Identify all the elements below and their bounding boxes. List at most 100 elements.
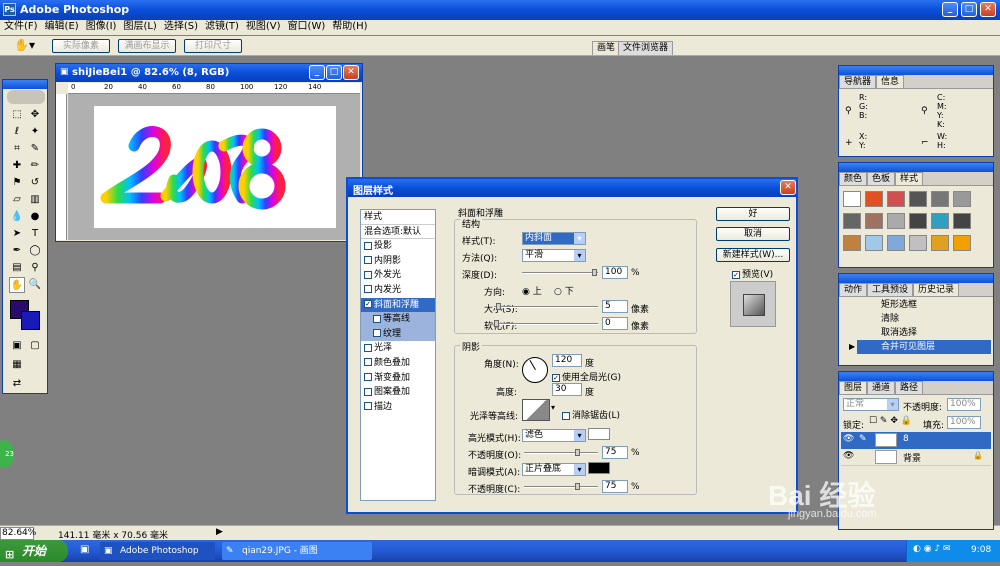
screen-mode-icon[interactable]: ▦ xyxy=(9,357,25,373)
color-overlay-checkbox[interactable] xyxy=(364,358,372,367)
close-button[interactable]: ✕ xyxy=(980,2,996,17)
style-swatch[interactable] xyxy=(931,191,949,207)
preview-checkbox[interactable]: ✓ 预览(V) xyxy=(732,267,773,280)
tab-layers[interactable]: 图层 xyxy=(839,381,868,394)
global-light-checkbox[interactable]: ✓ 使用全局光(G) xyxy=(552,370,621,383)
minimize-button[interactable]: _ xyxy=(942,2,958,17)
gloss-contour-dropdown-icon[interactable]: ▾ xyxy=(551,403,555,412)
cancel-button[interactable]: 取消 xyxy=(716,227,790,241)
background-color-swatch[interactable] xyxy=(21,311,40,330)
direction-down-radio[interactable]: ○ 下 xyxy=(554,284,574,297)
inner-shadow-checkbox[interactable] xyxy=(364,256,372,265)
print-size-button[interactable]: 打印尺寸 xyxy=(184,39,242,53)
size-slider-thumb[interactable] xyxy=(496,303,501,310)
standard-mode-icon[interactable]: ▣ xyxy=(9,338,25,354)
style-swatch[interactable] xyxy=(865,235,883,251)
history-item-current[interactable]: 合并可见图层 xyxy=(857,340,991,354)
history-brush-icon[interactable]: ↺ xyxy=(27,175,43,191)
menu-window[interactable]: 窗口(W) xyxy=(288,20,326,35)
layer-row-8[interactable]: 👁 ✎ 8 xyxy=(841,432,991,449)
menu-file[interactable]: 文件(F) xyxy=(4,20,38,35)
doc-minimize-button[interactable]: _ xyxy=(309,65,325,80)
quicklaunch-icon[interactable]: ▣ xyxy=(80,544,89,555)
highlight-mode-select[interactable]: 滤色 xyxy=(522,429,586,442)
style-swatch-none[interactable] xyxy=(843,191,861,207)
gradient-tool-icon[interactable]: ▥ xyxy=(27,192,43,208)
menu-select[interactable]: 选择(S) xyxy=(164,20,198,35)
lock-icons[interactable]: ☐ ✎ ✥ 🔒 xyxy=(869,416,912,426)
size-slider[interactable] xyxy=(494,303,598,310)
tab-channels[interactable]: 通道 xyxy=(867,381,896,394)
depth-slider-thumb[interactable] xyxy=(592,269,597,276)
style-item-stroke[interactable]: 描边 xyxy=(361,400,435,415)
satin-checkbox[interactable] xyxy=(364,343,372,352)
canvas-area[interactable] xyxy=(68,94,360,240)
style-item-gradient-overlay[interactable]: 渐变叠加 xyxy=(361,371,435,386)
style-swatch[interactable] xyxy=(931,235,949,251)
style-item-outer-glow[interactable]: 外发光 xyxy=(361,268,435,283)
tab-info[interactable]: 信息 xyxy=(876,75,905,88)
menu-help[interactable]: 帮助(H) xyxy=(332,20,367,35)
notes-tool-icon[interactable]: ▤ xyxy=(9,260,25,276)
magic-wand-icon[interactable]: ✦ xyxy=(27,124,43,140)
tab-color[interactable]: 颜色 xyxy=(839,172,868,185)
fit-screen-button[interactable]: 满画布显示 xyxy=(118,39,176,53)
hand-tool-icon[interactable]: ✋ xyxy=(9,277,25,293)
zoom-tool-icon[interactable]: 🔍 xyxy=(27,277,43,293)
canvas-image[interactable] xyxy=(94,106,336,228)
eye-icon[interactable]: 👁 xyxy=(843,434,854,444)
style-item-pattern-overlay[interactable]: 图案叠加 xyxy=(361,385,435,400)
direction-up-radio[interactable]: ◉ 上 xyxy=(522,284,542,297)
taskbar-item-photoshop[interactable]: ▣ Adobe Photoshop xyxy=(100,542,215,560)
type-tool-icon[interactable]: T xyxy=(27,226,43,242)
brush-link-icon[interactable]: ✎ xyxy=(859,434,867,444)
angle-input[interactable]: 120 xyxy=(552,354,582,367)
layer-row-background[interactable]: 👁 背景 🔒 xyxy=(841,449,991,466)
stroke-checkbox[interactable] xyxy=(364,402,372,411)
shadow-mode-select[interactable]: 正片叠底 xyxy=(522,463,586,476)
layer-blend-mode-select[interactable]: 正常 xyxy=(843,398,899,411)
tab-swatches[interactable]: 色板 xyxy=(867,172,896,185)
style-swatch[interactable] xyxy=(909,235,927,251)
style-swatch[interactable] xyxy=(865,213,883,229)
menu-edit[interactable]: 编辑(E) xyxy=(45,20,79,35)
style-swatch[interactable] xyxy=(953,213,971,229)
tray-icons[interactable]: ◐ ◉ ♪ ✉ xyxy=(913,544,951,554)
soften-slider-thumb[interactable] xyxy=(494,320,499,327)
dodge-tool-icon[interactable]: ● xyxy=(27,209,43,225)
eraser-tool-icon[interactable]: ▱ xyxy=(9,192,25,208)
style-swatch[interactable] xyxy=(887,191,905,207)
style-swatch[interactable] xyxy=(909,213,927,229)
blend-options-item[interactable]: 混合选项:默认 xyxy=(361,225,435,240)
new-style-button[interactable]: 新建样式(W)... xyxy=(716,248,790,262)
gloss-contour-picker[interactable] xyxy=(522,399,550,421)
tab-styles[interactable]: 样式 xyxy=(895,172,924,185)
style-swatch[interactable] xyxy=(931,213,949,229)
drop-shadow-checkbox[interactable] xyxy=(364,241,372,250)
outer-glow-checkbox[interactable] xyxy=(364,270,372,279)
lasso-tool-icon[interactable]: ℓ xyxy=(9,124,25,140)
tab-actions[interactable]: 动作 xyxy=(839,283,868,296)
healing-tool-icon[interactable]: ✚ xyxy=(9,158,25,174)
side-badge[interactable]: 23 xyxy=(0,440,14,468)
move-tool-icon[interactable]: ✥ xyxy=(27,107,43,123)
history-item[interactable]: 矩形选框 xyxy=(857,298,991,312)
angle-dial[interactable] xyxy=(522,357,548,383)
highlight-color-swatch[interactable] xyxy=(588,428,610,440)
style-item-inner-glow[interactable]: 内发光 xyxy=(361,283,435,298)
shadow-color-swatch[interactable] xyxy=(588,462,610,474)
ok-button[interactable]: 好 xyxy=(716,207,790,221)
size-input[interactable]: 5 xyxy=(602,300,628,313)
shape-tool-icon[interactable]: ◯ xyxy=(27,243,43,259)
contour-checkbox[interactable] xyxy=(373,314,381,323)
style-item-color-overlay[interactable]: 颜色叠加 xyxy=(361,356,435,371)
depth-input[interactable]: 100 xyxy=(602,266,628,279)
style-item-bevel-emboss[interactable]: ✓ 斜面和浮雕 xyxy=(361,297,435,313)
style-item-satin[interactable]: 光泽 xyxy=(361,341,435,356)
stamp-tool-icon[interactable]: ⚑ xyxy=(9,175,25,191)
tab-paths[interactable]: 路径 xyxy=(895,381,924,394)
tab-file-browser[interactable]: 文件浏览器 xyxy=(618,41,674,55)
zoom-field[interactable]: 82.64% xyxy=(0,527,36,540)
layer-opacity-input[interactable]: 100% xyxy=(947,398,981,411)
hand-tool-icon[interactable]: ✋▾ xyxy=(14,38,35,52)
